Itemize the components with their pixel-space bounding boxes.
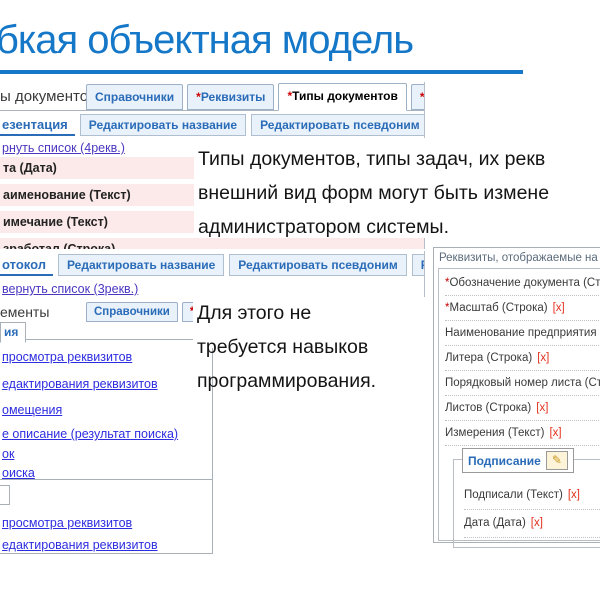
paragraph1-line3: администратором системы. <box>198 210 600 244</box>
subtab-protocol[interactable]: отокол <box>0 254 53 276</box>
link-search[interactable]: оиска <box>2 466 35 480</box>
edit-name-button-2[interactable]: Редактировать название <box>58 254 224 276</box>
remove-attr-button[interactable]: [x] <box>531 517 543 529</box>
remove-attr-button[interactable]: [x] <box>537 352 549 364</box>
remove-attr-button[interactable]: [x] <box>536 402 548 414</box>
attr-scale[interactable]: *Масштаб (Строка)[x] <box>445 296 600 321</box>
presentation-slide: бкая объектная модель ы документов Справ… <box>0 0 600 600</box>
tab-rekvizity[interactable]: *Реквизиты <box>187 84 274 110</box>
link-edit-attrs[interactable]: едактирования реквизитов <box>2 377 158 391</box>
tab-partial-documents[interactable]: ы документов <box>0 88 86 110</box>
form-attributes-header: Реквизиты, отображаемые на ф <box>434 248 600 267</box>
link-view-attrs-2[interactable]: просмотра реквизитов <box>2 516 132 530</box>
paragraph2-line2: требуется навыков <box>197 330 376 364</box>
remove-attr-button[interactable]: [x] <box>568 489 580 501</box>
attr-signed-by[interactable]: Подписали (Текст)[x] <box>464 482 600 510</box>
link-list[interactable]: ок <box>2 447 14 461</box>
signing-group-title: Подписание <box>468 454 541 468</box>
screenshot-navigation: ементы Справочники *Рек ия просмотра рек… <box>0 300 216 556</box>
paragraph2-line3: программирования. <box>197 364 376 398</box>
navigation-panel: просмотра реквизитов едактирования рекви… <box>0 339 213 554</box>
attr-sheet-number[interactable]: Порядковый номер листа (Стро <box>445 371 600 396</box>
sub-tab-bar: езентация Редактировать название Редакти… <box>0 113 425 137</box>
signing-group-items: Подписали (Текст)[x] Дата (Дата)[x] <box>464 482 600 538</box>
edit-alias-button-2[interactable]: Редактировать псевдоним <box>229 254 407 276</box>
attr-date[interactable]: Дата (Дата)[x] <box>464 510 600 538</box>
edit-name-button[interactable]: Редактировать название <box>80 114 246 136</box>
text-block-1: Типы документов, типы задач, их рекв вне… <box>194 138 600 238</box>
attr-litera[interactable]: Литера (Строка)[x] <box>445 346 600 371</box>
link-placement[interactable]: омещения <box>2 403 62 417</box>
tab-tipy-zadach[interactable]: *Типы задач <box>411 84 425 110</box>
link-view-attrs[interactable]: просмотра реквизитов <box>2 350 132 364</box>
signing-group: Подписание ✎ Подписали (Текст)[x] Дата (… <box>453 459 600 548</box>
tab-spravochniki-2[interactable]: Справочники <box>86 302 178 322</box>
collapse-list-link-2[interactable]: вернуть список (3рекв.) <box>2 282 138 296</box>
link-description-search[interactable]: е описание (результат поиска) <box>2 427 178 441</box>
edit-alias-button[interactable]: Редактировать псевдоним <box>251 114 425 136</box>
tab-tipy-dokumentov[interactable]: *Типы документов <box>278 83 406 111</box>
attr-company-name[interactable]: Наименование предприятия (Ст <box>445 321 600 346</box>
elements-tab-bar: ементы Справочники *Рек <box>0 300 226 322</box>
edit-button-cut-2[interactable]: Редактировать ре <box>412 254 425 276</box>
protocol-tab-bar: отокол Редактировать название Редактиров… <box>0 253 425 277</box>
pencil-edit-icon[interactable]: ✎ <box>546 451 568 470</box>
attr-designation[interactable]: *Обозначение документа (Строк <box>445 271 600 296</box>
link-edit-attrs-2[interactable]: едактирования реквизитов <box>2 538 158 552</box>
text-block-2: Для этого не требуется навыков программи… <box>197 296 376 398</box>
screenshot-form-attributes: Реквизиты, отображаемые на ф *Обозначени… <box>433 247 600 543</box>
tab-partial-elements[interactable]: ементы <box>0 304 86 322</box>
remove-attr-button[interactable]: [x] <box>553 302 565 314</box>
form-attributes-list: *Обозначение документа (Строк *Масштаб (… <box>438 268 600 541</box>
main-tab-bar: ы документов Справочники *Реквизиты *Тип… <box>0 82 424 111</box>
slide-title: бкая объектная модель <box>0 18 413 63</box>
nav-tab-partial[interactable]: ия <box>0 322 26 343</box>
title-underline <box>0 70 523 74</box>
paragraph1-line1: Типы документов, типы задач, их рекв <box>198 142 600 176</box>
signing-group-tab[interactable]: Подписание ✎ <box>462 448 574 473</box>
tab-spravochniki[interactable]: Справочники <box>86 84 183 110</box>
paragraph2-line1: Для этого не <box>197 296 376 330</box>
paragraph1-line2: внешний вид форм могут быть измене <box>198 176 600 210</box>
attr-sheets[interactable]: Листов (Строка)[x] <box>445 396 600 421</box>
subtab-presentation[interactable]: езентация <box>0 114 75 136</box>
remove-attr-button[interactable]: [x] <box>549 427 561 439</box>
partial-tab-stub <box>0 485 10 505</box>
screenshot-protocol: отокол Редактировать название Редактиров… <box>0 251 425 297</box>
panel-divider <box>0 479 212 480</box>
attr-measurements[interactable]: Измерения (Текст)[x] <box>445 421 600 446</box>
collapse-list-link[interactable]: рнуть список (4рекв.) <box>2 141 125 155</box>
